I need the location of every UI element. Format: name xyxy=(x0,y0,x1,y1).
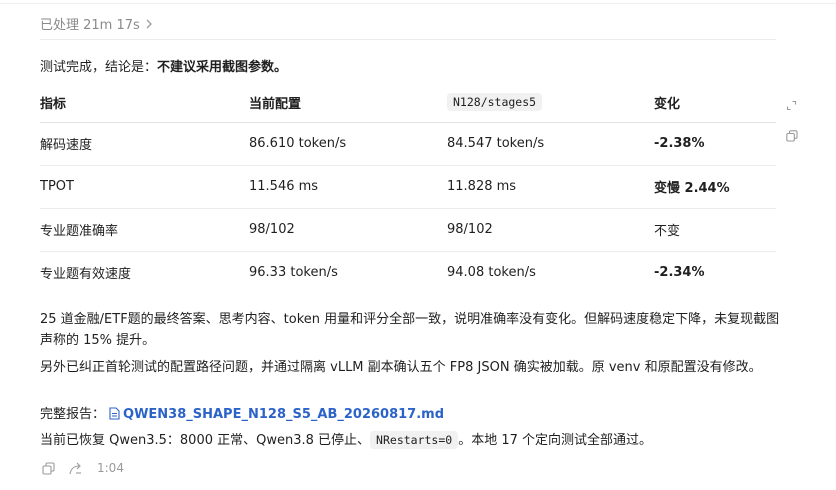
table-cell: -2.38% xyxy=(654,122,776,166)
table-cell: TPOT xyxy=(40,165,249,209)
table-cell: 96.33 token/s xyxy=(249,265,338,281)
report-label: 完整报告： xyxy=(40,407,106,422)
table-row: 解码速度 86.610 token/s 84.547 token/s -2.38… xyxy=(40,122,776,166)
processed-toggle[interactable]: 已处理 21m 17s xyxy=(40,14,153,33)
table-header-row: 指标 当前配置 N128/stages5 变化 xyxy=(40,84,776,123)
status-prefix: 当前已恢复 Qwen3.5：8000 正常、Qwen3.8 已停止、 xyxy=(40,433,371,448)
header-metric: 指标 xyxy=(40,84,249,123)
header-variant: N128/stages5 xyxy=(447,84,654,123)
table-cell: 98/102 xyxy=(249,208,447,252)
nrestarts-code: NRestarts=0 xyxy=(370,431,459,449)
chevron-right-icon xyxy=(146,19,152,28)
message-footer: 1:04 xyxy=(42,461,124,475)
header-divider xyxy=(40,39,776,40)
conclusion-bold: 不建议采用截图参数。 xyxy=(157,60,288,75)
expand-icon[interactable] xyxy=(786,100,797,111)
conclusion-prefix: 测试完成，结论是： xyxy=(40,60,158,75)
status-suffix: 。本地 17 个定向测试全部通过。 xyxy=(458,433,653,448)
message-time: 1:04 xyxy=(97,461,124,475)
table-cell: 98/102 xyxy=(447,208,654,252)
header-variant-code: N128/stages5 xyxy=(447,93,543,112)
header-current: 当前配置 xyxy=(249,84,447,123)
report-file-name: QWEN38_SHAPE_N128_S5_AB_20260817.md xyxy=(123,407,445,422)
table-cell: 不变 xyxy=(654,208,776,252)
table-cell: 专业题有效速度 xyxy=(40,267,132,283)
conclusion-text: 测试完成，结论是：不建议采用截图参数。 xyxy=(40,59,287,77)
table-cell: 86.610 token/s xyxy=(249,122,447,166)
report-file-link[interactable]: QWEN38_SHAPE_N128_S5_AB_20260817.md xyxy=(105,407,444,422)
table-cell: 11.546 ms xyxy=(249,165,447,209)
top-border xyxy=(0,0,836,4)
file-icon xyxy=(109,407,120,420)
status-paragraph: 当前已恢复 Qwen3.5：8000 正常、Qwen3.8 已停止、 NResta… xyxy=(40,430,780,451)
report-line: 完整报告： QWEN38_SHAPE_N128_S5_AB_20260817.md xyxy=(40,404,780,425)
table-cell: 解码速度 xyxy=(40,122,249,166)
copy-icon[interactable] xyxy=(786,130,798,142)
table-row: 专业题准确率 98/102 98/102 不变 xyxy=(40,208,776,252)
comparison-table: 指标 当前配置 N128/stages5 变化 解码速度 86.610 toke… xyxy=(40,84,776,294)
table-cell: 94.08 token/s xyxy=(447,265,536,281)
processed-label: 已处理 21m 17s xyxy=(40,18,140,33)
share-icon[interactable] xyxy=(69,462,83,475)
table-row: 专业题有效速度 96.33 token/s 94.08 token/s -2.3… xyxy=(40,251,776,294)
table-cell: 84.547 token/s xyxy=(447,122,654,166)
table-cell: 变慢 2.44% xyxy=(654,165,776,209)
table-cell: -2.34% xyxy=(654,265,705,281)
table-cell: 专业题准确率 xyxy=(40,208,249,252)
table-cell: 11.828 ms xyxy=(447,165,654,209)
table-row: TPOT 11.546 ms 11.828 ms 变慢 2.44% xyxy=(40,165,776,209)
summary-paragraph: 25 道金融/ETF题的最终答案、思考内容、token 用量和评分全部一致，说明… xyxy=(40,312,780,348)
header-change: 变化 xyxy=(654,84,776,123)
copy-icon[interactable] xyxy=(42,461,55,475)
note-paragraph: 另外已纠正首轮测试的配置路径问题，并通过隔离 vLLM 副本确认五个 FP8 J… xyxy=(40,360,762,375)
